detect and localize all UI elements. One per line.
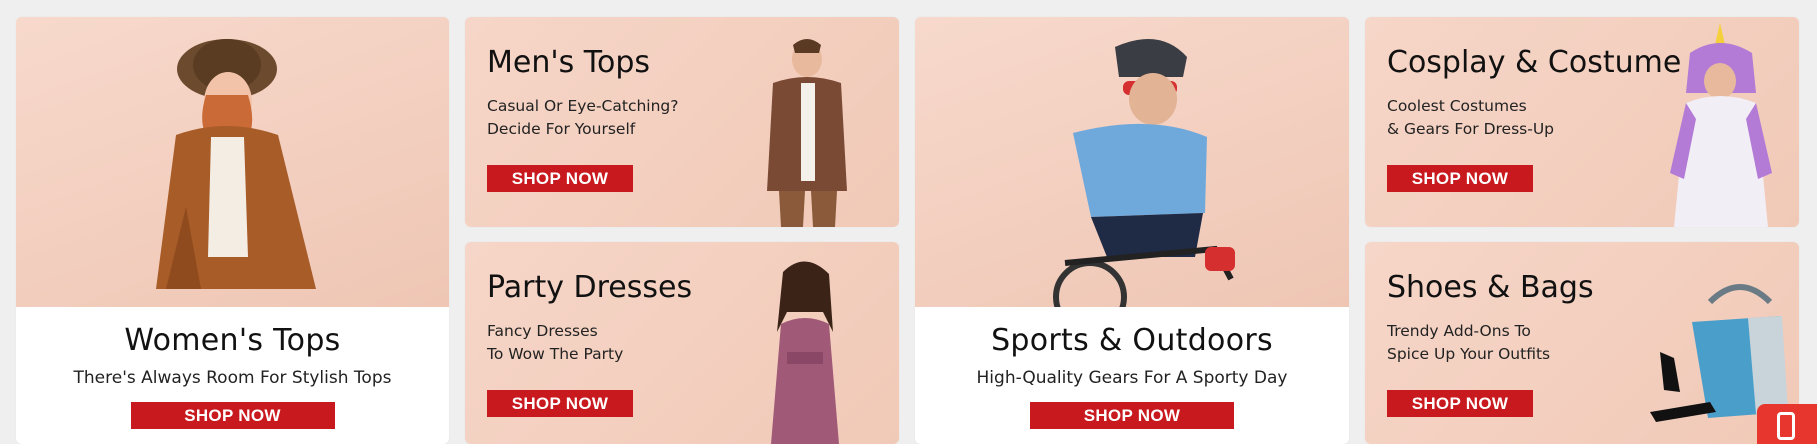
card-title: Men's Tops <box>487 45 651 80</box>
woman-model-illustration <box>156 39 316 289</box>
unicorn-costume-illustration <box>1670 23 1772 227</box>
shop-now-button[interactable]: SHOP NOW <box>487 390 633 417</box>
woman-dress-illustration <box>771 261 839 444</box>
subtitle-line: Spice Up Your Outfits <box>1387 345 1551 363</box>
sports-panel: Sports & Outdoors High-Quality Gears For… <box>915 307 1349 444</box>
subtitle-line: To Wow The Party <box>487 345 624 363</box>
card-party-dresses[interactable]: Party Dresses Fancy Dresses To Wow The P… <box>465 242 899 444</box>
card-cosplay-costume[interactable]: Cosplay & Costume Coolest Costumes & Gea… <box>1365 17 1799 227</box>
card-womens-tops[interactable]: Women's Tops There's Always Room For Sty… <box>16 17 449 444</box>
phone-icon <box>1777 412 1795 440</box>
shop-now-button[interactable]: SHOP NOW <box>1387 390 1533 417</box>
card-subtitle: Trendy Add-Ons To Spice Up Your Outfits <box>1387 320 1617 366</box>
sports-photo <box>915 17 1349 334</box>
card-title: Cosplay & Costume <box>1387 45 1682 80</box>
card-subtitle: Fancy Dresses To Wow The Party <box>487 320 717 366</box>
card-subtitle: Coolest Costumes & Gears For Dress-Up <box>1387 95 1617 141</box>
subtitle-line: Fancy Dresses <box>487 322 598 340</box>
subtitle-line: Trendy Add-Ons To <box>1387 322 1531 340</box>
card-subtitle: High-Quality Gears For A Sporty Day <box>976 368 1288 388</box>
subtitle-line: Coolest Costumes <box>1387 97 1527 115</box>
card-title: Sports & Outdoors <box>991 323 1273 358</box>
card-subtitle: There's Always Room For Stylish Tops <box>73 368 392 388</box>
womens-tops-panel: Women's Tops There's Always Room For Sty… <box>16 307 449 444</box>
category-grid: Women's Tops There's Always Room For Sty… <box>0 0 1817 444</box>
card-shoes-bags[interactable]: Shoes & Bags Trendy Add-Ons To Spice Up … <box>1365 242 1799 444</box>
shop-now-button[interactable]: SHOP NOW <box>130 402 335 429</box>
card-title: Party Dresses <box>487 270 693 305</box>
card-mens-tops[interactable]: Men's Tops Casual Or Eye-Catching? Decid… <box>465 17 899 227</box>
subtitle-line: & Gears For Dress-Up <box>1387 120 1555 138</box>
card-title: Shoes & Bags <box>1387 270 1594 305</box>
card-title: Women's Tops <box>124 323 341 358</box>
card-sports-outdoors[interactable]: Sports & Outdoors High-Quality Gears For… <box>915 17 1349 444</box>
subtitle-line: Decide For Yourself <box>487 120 636 138</box>
man-jacket-illustration <box>767 39 847 227</box>
cyclist-illustration <box>1053 39 1235 334</box>
womens-tops-photo <box>16 17 449 307</box>
shop-now-button[interactable]: SHOP NOW <box>1387 165 1533 192</box>
shop-now-button[interactable]: SHOP NOW <box>487 165 633 192</box>
subtitle-line: Casual Or Eye-Catching? <box>487 97 679 115</box>
card-subtitle: Casual Or Eye-Catching? Decide For Yours… <box>487 95 717 141</box>
floating-app-button[interactable] <box>1757 404 1817 444</box>
shop-now-button[interactable]: SHOP NOW <box>1030 402 1234 429</box>
